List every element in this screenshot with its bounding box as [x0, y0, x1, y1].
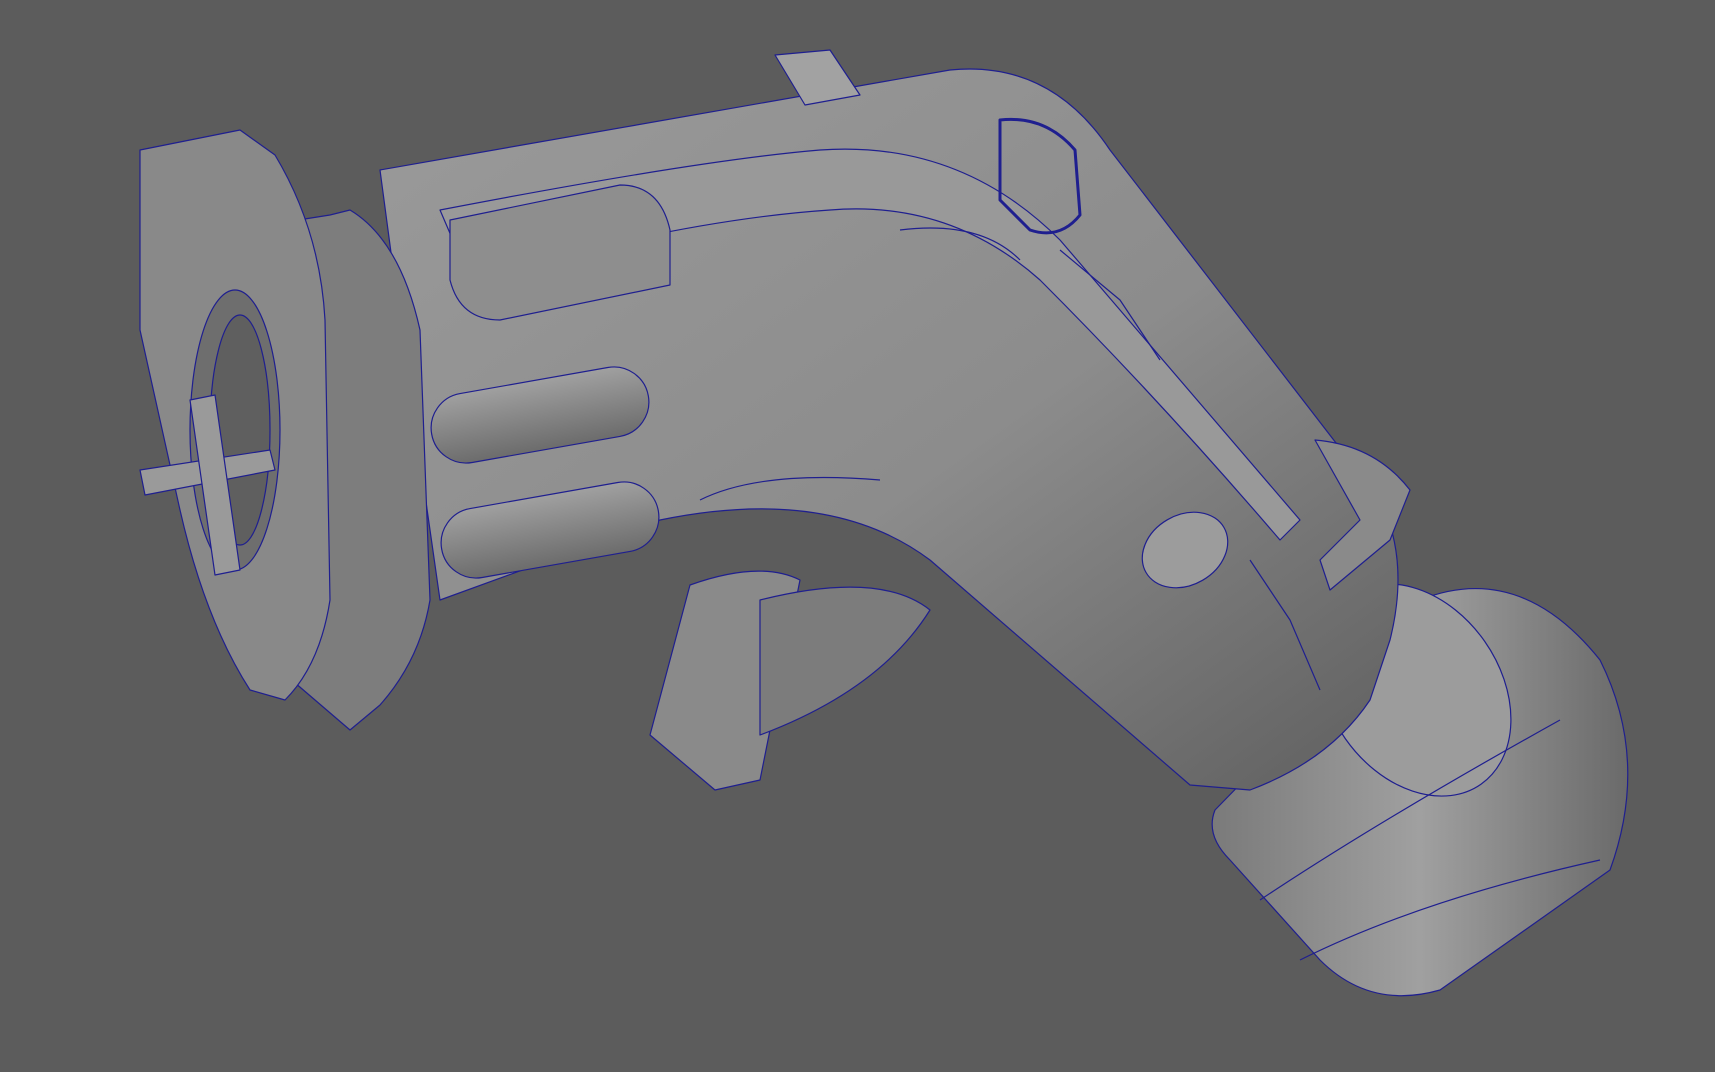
3d-viewport[interactable] [0, 0, 1715, 1072]
viewport-canvas[interactable] [0, 0, 1715, 1072]
mesh-model[interactable] [139, 49, 1629, 997]
latch-top [774, 49, 861, 106]
trigger-disc [759, 586, 931, 736]
